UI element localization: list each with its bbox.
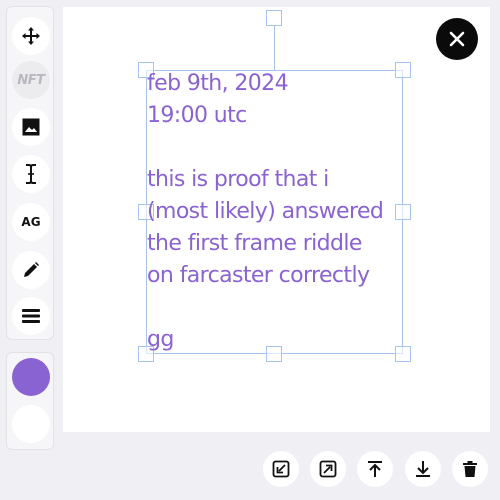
close-button[interactable] bbox=[436, 18, 478, 60]
pen-tool-button[interactable] bbox=[12, 251, 50, 289]
nft-tool-button[interactable]: NFT bbox=[12, 61, 50, 99]
shrink-button[interactable] bbox=[263, 451, 299, 487]
image-tool-button[interactable] bbox=[12, 108, 50, 146]
rotation-handle-line bbox=[274, 26, 275, 70]
move-tool-button[interactable] bbox=[12, 17, 50, 55]
text-line: on farcaster correctly bbox=[147, 263, 370, 288]
text-line bbox=[147, 292, 417, 324]
text-line: (most likely) answered bbox=[147, 199, 384, 224]
expand-button[interactable] bbox=[310, 451, 346, 487]
primary-color-swatch[interactable] bbox=[12, 358, 50, 396]
text-line: the first frame riddle bbox=[147, 231, 362, 256]
secondary-color-swatch[interactable] bbox=[12, 405, 50, 443]
delete-button[interactable] bbox=[452, 451, 488, 487]
font-icon: AG bbox=[21, 215, 41, 229]
move-icon bbox=[22, 27, 40, 45]
text-line: 19:00 utc bbox=[147, 103, 247, 128]
canvas-text[interactable]: feb 9th, 2024 19:00 utc this is proof that… bbox=[147, 68, 417, 356]
text-line: this is proof that i bbox=[147, 167, 329, 192]
text-line: gg bbox=[147, 327, 174, 352]
bring-to-front-icon bbox=[368, 461, 382, 477]
color-panel bbox=[6, 352, 54, 450]
rotation-handle[interactable] bbox=[266, 10, 282, 26]
text-cursor-icon bbox=[26, 164, 36, 184]
tool-panel: NFT AG bbox=[6, 6, 54, 340]
menu-tool-button[interactable] bbox=[12, 297, 50, 335]
text-line: feb 9th, 2024 bbox=[147, 71, 289, 96]
menu-icon bbox=[22, 309, 40, 323]
image-icon bbox=[22, 118, 40, 136]
send-to-back-button[interactable] bbox=[405, 451, 441, 487]
bring-to-front-button[interactable] bbox=[357, 451, 393, 487]
shrink-icon bbox=[272, 460, 290, 478]
send-to-back-icon bbox=[416, 461, 430, 477]
close-icon bbox=[449, 31, 465, 47]
pen-icon bbox=[24, 262, 39, 277]
trash-icon bbox=[463, 461, 477, 477]
nft-badge: NFT bbox=[17, 72, 45, 88]
text-line bbox=[147, 132, 417, 164]
font-tool-button[interactable]: AG bbox=[12, 203, 50, 241]
text-tool-button[interactable] bbox=[12, 155, 50, 193]
expand-icon bbox=[319, 460, 337, 478]
